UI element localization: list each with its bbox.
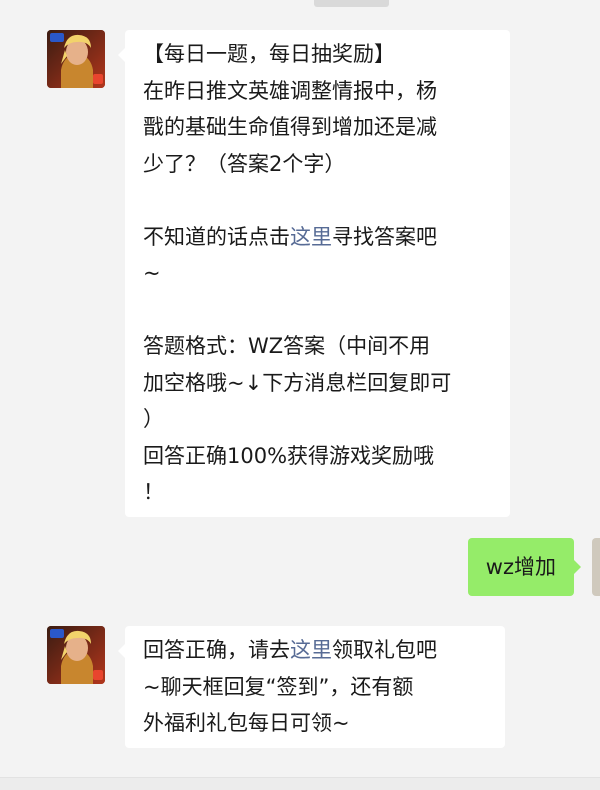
message-line: 外福利礼包每日可领~ <box>143 711 350 735</box>
message-line: 加空格哦~↓下方消息栏回复即可 <box>143 370 452 395</box>
message-line: 不知道的话点击这里寻找答案吧 <box>143 219 492 256</box>
message-line: 在昨日推文英雄调整情报中，杨 <box>143 78 437 103</box>
message-line: 【每日一题，每日抽奖励】 <box>143 42 395 66</box>
avatar-icon[interactable] <box>47 30 105 88</box>
received-message-bubble[interactable]: 【每日一题，每日抽奖励】在昨日推文英雄调整情报中，杨 戬的基础生命值得到增加还是减… <box>118 30 510 517</box>
message-line: 戬的基础生命值得到增加还是减 <box>143 115 437 139</box>
here-link[interactable]: 这里 <box>290 225 332 249</box>
sent-message-bubble[interactable]: wz增加 <box>467 538 582 596</box>
message-text: 寻找答案吧 <box>332 224 437 249</box>
message-line: ！ <box>143 480 164 504</box>
received-message-bubble[interactable]: 回答正确，请去这里领取礼包吧 ~聊天框回复“签到”，还有额 外福利礼包每日可领~ <box>118 626 505 748</box>
message-line: 回答正确100%获得游戏奖励哦 <box>143 443 435 468</box>
message-input-area <box>0 777 600 790</box>
message-line: ~聊天框回复“签到”，还有额 <box>143 674 414 699</box>
message-line: ） <box>143 407 164 431</box>
message-line: ~ <box>143 261 161 285</box>
message-line: 答题格式：WZ答案（中间不用 <box>143 334 431 358</box>
avatar-icon[interactable] <box>47 626 105 684</box>
top-scroll-indicator <box>314 0 389 7</box>
message-text: 不知道的话点击 <box>143 224 290 249</box>
message-line: 回答正确，请去这里领取礼包吧 <box>143 632 487 669</box>
message-text: 领取礼包吧 <box>332 638 437 662</box>
self-avatar[interactable] <box>592 538 600 596</box>
message-line: 少了？（答案2个字） <box>143 151 346 176</box>
here-link[interactable]: 这里 <box>290 638 332 662</box>
message-text: 回答正确，请去 <box>143 638 290 662</box>
